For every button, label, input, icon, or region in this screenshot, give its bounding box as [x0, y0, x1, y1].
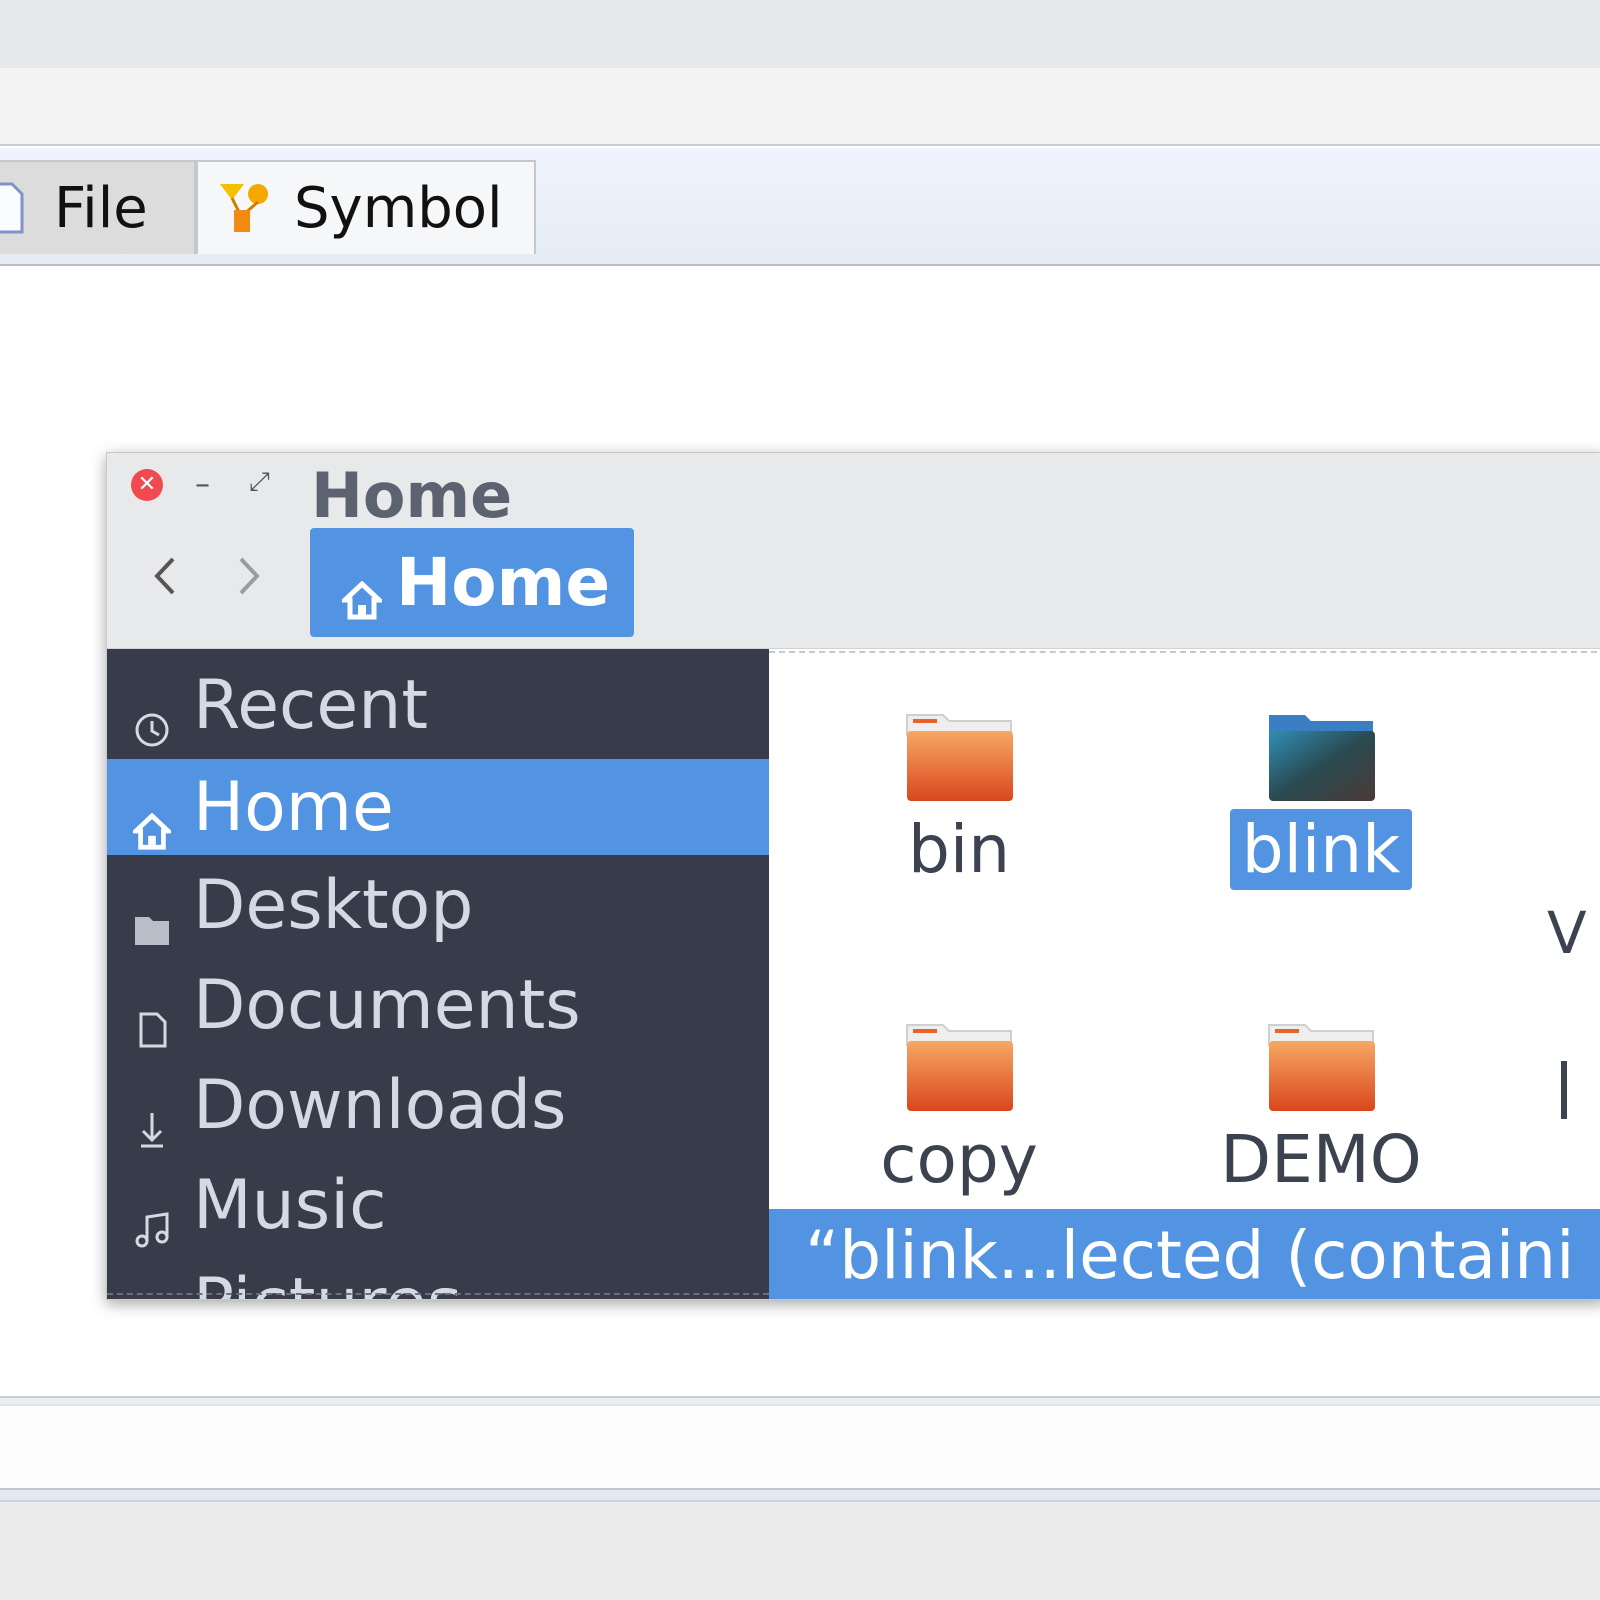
file-icon [0, 180, 24, 250]
home-icon [338, 560, 386, 637]
clock-icon [133, 687, 171, 766]
places-sidebar: Recent Home Desktop Documents Downloads [107, 649, 769, 1299]
symbol-icon [218, 180, 274, 250]
menu-strip [0, 68, 1600, 146]
window-title: Home [311, 459, 513, 532]
folder-icon [1267, 711, 1377, 807]
path-home-button[interactable]: Home [310, 528, 634, 637]
sidebar-item-music[interactable]: Music [107, 1157, 769, 1253]
document-icon [133, 987, 171, 1066]
folder-icon [133, 887, 171, 966]
folder-icon [905, 711, 1015, 807]
lower-panel [0, 1406, 1600, 1488]
sidebar-item-home[interactable]: Home [107, 759, 769, 855]
tab-file-label: File [54, 175, 148, 241]
sidebar-item-desktop[interactable]: Desktop [107, 857, 769, 953]
file-view[interactable]: bin blink V copy DEMO “blink...lected (c… [769, 649, 1600, 1299]
back-button[interactable] [147, 549, 181, 616]
sidebar-item-documents[interactable]: Documents [107, 957, 769, 1053]
tab-file[interactable]: File [0, 160, 196, 254]
tab-bar: File Symbol [0, 148, 1600, 266]
sidebar-item-label: Recent [193, 665, 429, 745]
file-name-selected: blink [1211, 809, 1431, 890]
sidebar-scroll-edge [107, 1293, 769, 1295]
cutoff-file-label: V [1547, 899, 1587, 967]
sidebar-item-downloads[interactable]: Downloads [107, 1057, 769, 1153]
panel-divider [0, 1396, 1600, 1406]
scroll-edge [769, 651, 1600, 653]
download-icon [133, 1087, 171, 1166]
sidebar-item-label: Music [193, 1165, 387, 1245]
cutoff-file-edge [1561, 1061, 1567, 1119]
file-name: DEMO [1220, 1121, 1422, 1198]
chevron-right-icon [239, 557, 260, 595]
title-strip [0, 0, 1600, 68]
chevron-left-icon [154, 557, 175, 595]
tab-symbol[interactable]: Symbol [196, 160, 536, 254]
file-name: copy [880, 1121, 1038, 1198]
panel-divider-2 [0, 1488, 1600, 1502]
path-home-label: Home [396, 544, 611, 621]
sidebar-item-label: Desktop [193, 865, 474, 945]
window-maximize-button[interactable]: ⤢ [249, 467, 270, 498]
folder-icon [1267, 1021, 1377, 1117]
status-bar [0, 1502, 1600, 1600]
sidebar-item-recent[interactable]: Recent [107, 657, 769, 753]
window-close-button[interactable]: ✕ [131, 469, 163, 501]
window-minimize-button[interactable]: – [195, 467, 210, 502]
file-manager-window: ✕ – ⤢ Home Home Recent Home Desktop Docu… [106, 452, 1600, 1300]
file-name: blink [1229, 809, 1413, 890]
forward-button[interactable] [233, 549, 267, 616]
tab-symbol-label: Symbol [294, 175, 503, 241]
sidebar-item-label: Downloads [193, 1065, 567, 1145]
selection-status: “blink...lected (containi [769, 1209, 1600, 1299]
cutoff-label [1257, 649, 1387, 681]
header-bar: ✕ – ⤢ Home Home [107, 453, 1600, 649]
sidebar-item-label: Documents [193, 965, 581, 1045]
file-name: bin [907, 811, 1011, 888]
sidebar-item-label: Home [193, 767, 394, 847]
folder-icon [905, 1021, 1015, 1117]
